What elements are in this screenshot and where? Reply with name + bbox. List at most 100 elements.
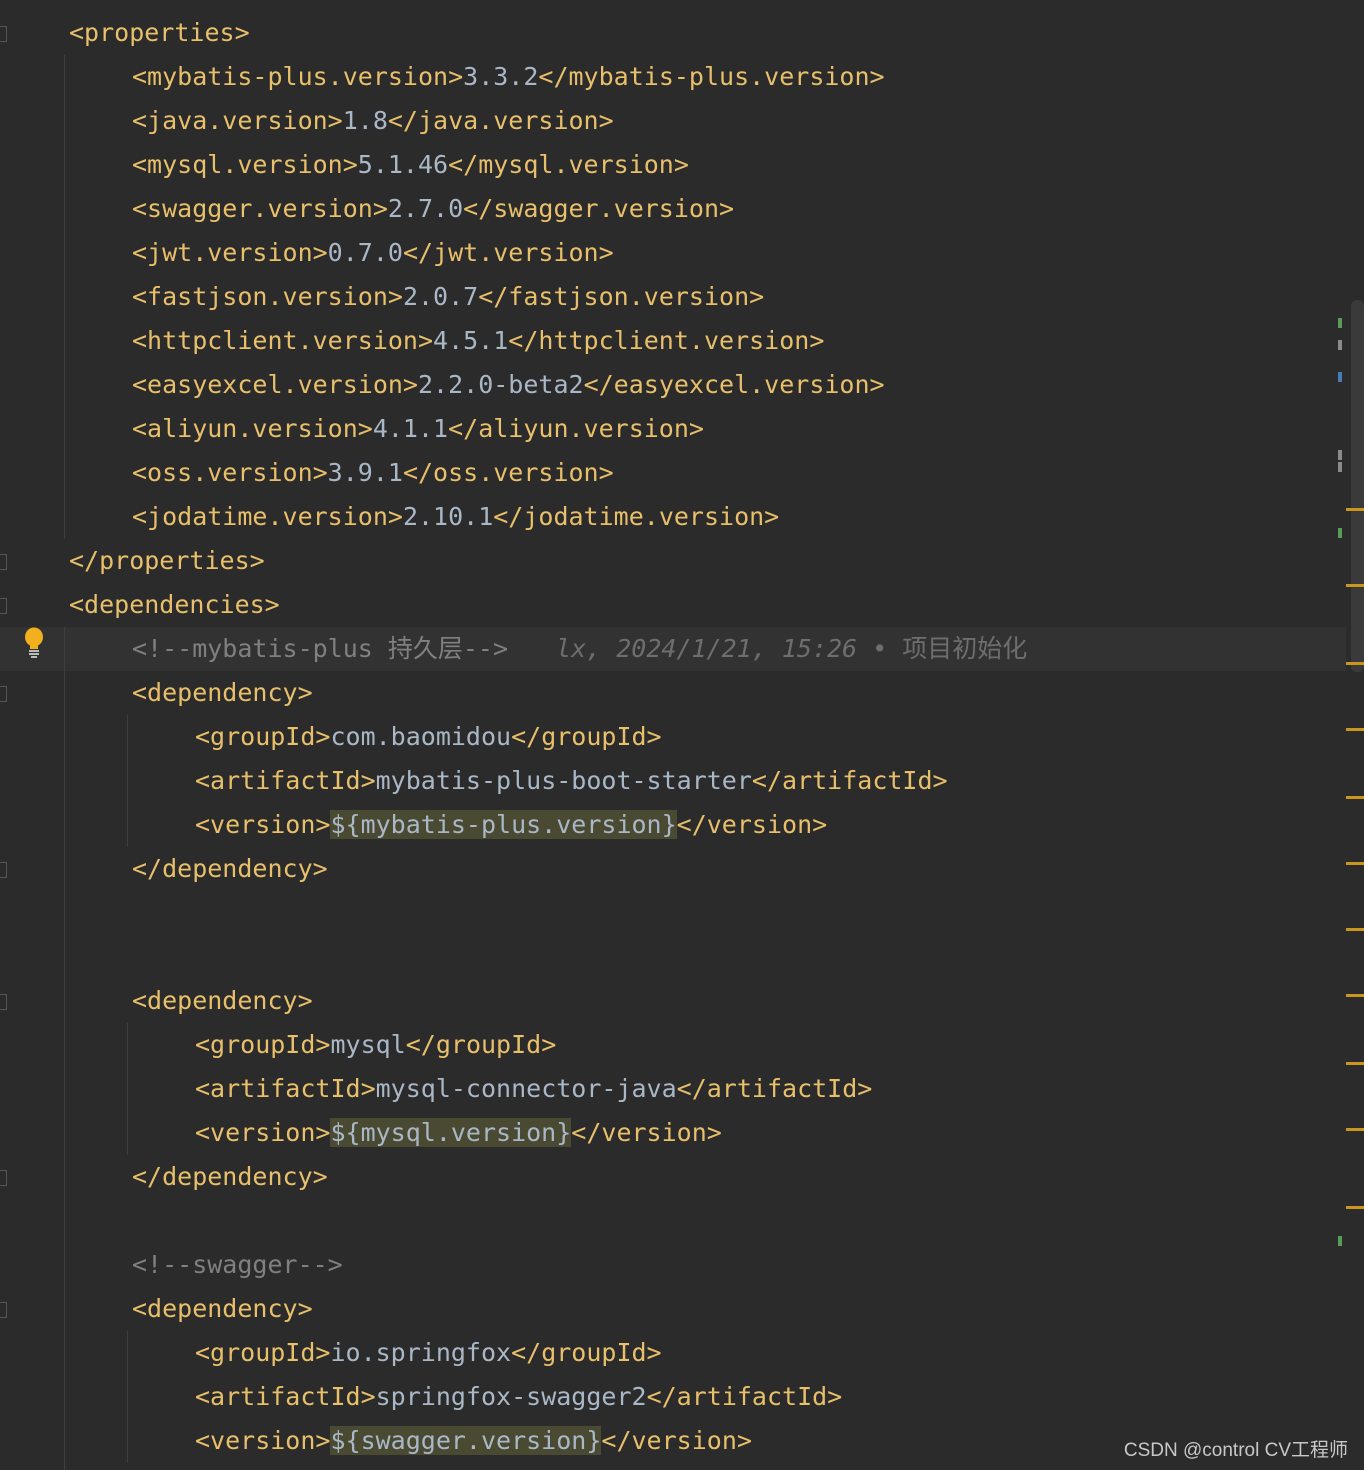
warning-marker[interactable] — [1346, 994, 1364, 997]
code-line[interactable]: <groupId>io.springfox</groupId> — [0, 1331, 1346, 1375]
code-line[interactable]: <java.version>1.8</java.version> — [0, 99, 1346, 143]
code-text: <jodatime.version>2.10.1</jodatime.versi… — [132, 495, 779, 539]
xml-value: com.baomidou — [330, 722, 512, 751]
warning-marker[interactable] — [1346, 584, 1364, 587]
code-line[interactable]: <dependency> — [0, 671, 1346, 715]
code-line[interactable]: <jodatime.version>2.10.1</jodatime.versi… — [0, 495, 1346, 539]
code-text: <dependencies> — [69, 583, 280, 627]
code-line[interactable]: <aliyun.version>4.1.1</aliyun.version> — [0, 407, 1346, 451]
code-line[interactable]: <artifactId>mybatis-plus-boot-starter</a… — [0, 759, 1346, 803]
lightbulb-icon[interactable] — [22, 627, 46, 659]
xml-tag: </java.version> — [387, 106, 614, 135]
change-marker[interactable] — [1338, 462, 1342, 472]
code-line[interactable]: <dependency> — [0, 1287, 1346, 1331]
warning-marker[interactable] — [1346, 1128, 1364, 1131]
code-line[interactable]: </dependency> — [0, 847, 1346, 891]
xml-tag: </jodatime.version> — [493, 502, 780, 531]
warning-marker[interactable] — [1346, 662, 1364, 665]
xml-comment: <!--swagger--> — [132, 1250, 343, 1279]
xml-value: 3.3.2 — [463, 62, 539, 91]
code-text: <swagger.version>2.7.0</swagger.version> — [132, 187, 734, 231]
fold-marker[interactable] — [0, 686, 7, 702]
change-marker[interactable] — [1338, 372, 1342, 382]
xml-tag: </artifactId> — [751, 766, 948, 795]
code-line[interactable]: </properties> — [0, 539, 1346, 583]
warning-marker[interactable] — [1346, 928, 1364, 931]
change-marker[interactable] — [1338, 450, 1342, 460]
code-line[interactable]: <mysql.version>5.1.46</mysql.version> — [0, 143, 1346, 187]
warning-marker[interactable] — [1346, 1206, 1364, 1209]
code-line[interactable]: <dependency> — [0, 979, 1346, 1023]
xml-tag: </dependency> — [132, 854, 328, 883]
code-line[interactable]: <fastjson.version>2.0.7</fastjson.versio… — [0, 275, 1346, 319]
code-line[interactable] — [0, 891, 1346, 935]
code-text: <fastjson.version>2.0.7</fastjson.versio… — [132, 275, 764, 319]
indent-guide — [127, 1331, 128, 1463]
xml-value: 1.8 — [342, 106, 388, 135]
xml-tag: <version> — [195, 1426, 331, 1455]
code-line[interactable]: <httpclient.version>4.5.1</httpclient.ve… — [0, 319, 1346, 363]
xml-tag: <artifactId> — [195, 1382, 376, 1411]
fold-marker[interactable] — [0, 994, 7, 1010]
warning-marker[interactable] — [1346, 508, 1364, 511]
code-line[interactable]: <groupId>com.baomidou</groupId> — [0, 715, 1346, 759]
git-blame-annotation[interactable]: lx, 2024/1/21, 15:26 • 项目初始化 — [556, 634, 1027, 663]
code-line[interactable]: <groupId>mysql</groupId> — [0, 1023, 1346, 1067]
xml-tag: <dependency> — [132, 986, 313, 1015]
xml-value: 4.1.1 — [372, 414, 449, 443]
warning-marker[interactable] — [1346, 862, 1364, 865]
code-text: <version>${mybatis-plus.version}</versio… — [195, 803, 827, 847]
fold-marker[interactable] — [0, 554, 7, 570]
warning-marker[interactable] — [1346, 796, 1364, 799]
code-line[interactable]: <version>${mysql.version}</version> — [0, 1111, 1346, 1155]
xml-value: io.springfox — [330, 1338, 512, 1367]
code-line[interactable]: <easyexcel.version>2.2.0-beta2</easyexce… — [0, 363, 1346, 407]
code-line[interactable]: <properties> — [0, 11, 1346, 55]
xml-value: 2.0.7 — [402, 282, 479, 311]
blame-separator: • — [872, 634, 888, 663]
code-text: <groupId>com.baomidou</groupId> — [195, 715, 662, 759]
xml-tag: </groupId> — [511, 1338, 662, 1367]
code-line[interactable]: <swagger.version>2.7.0</swagger.version> — [0, 187, 1346, 231]
code-editor[interactable]: <properties> <mybatis-plus.version>3.3.2<… — [0, 0, 1364, 1470]
code-text: <properties> — [69, 11, 250, 55]
code-text: <artifactId>mysql-connector-java</artifa… — [195, 1067, 872, 1111]
code-line[interactable]: <dependencies> — [0, 583, 1346, 627]
warning-marker[interactable] — [1346, 1062, 1364, 1065]
fold-marker[interactable] — [0, 1170, 7, 1186]
xml-tag: </easyexcel.version> — [583, 370, 885, 399]
xml-tag: <version> — [195, 1118, 331, 1147]
xml-tag: <dependency> — [132, 678, 313, 707]
indent-guide — [64, 55, 65, 539]
xml-tag: <swagger.version> — [132, 194, 388, 223]
code-line[interactable]: </dependency> — [0, 1155, 1346, 1199]
code-line[interactable]: <jwt.version>0.7.0</jwt.version> — [0, 231, 1346, 275]
property-reference: ${mysql.version} — [330, 1118, 572, 1147]
vertical-scrollbar[interactable] — [1351, 300, 1364, 672]
code-line[interactable]: <mybatis-plus.version>3.3.2</mybatis-plu… — [0, 55, 1346, 99]
xml-tag: </httpclient.version> — [508, 326, 825, 355]
fold-marker[interactable] — [0, 598, 7, 614]
warning-marker[interactable] — [1346, 728, 1364, 731]
code-line[interactable]: <oss.version>3.9.1</oss.version> — [0, 451, 1346, 495]
fold-marker[interactable] — [0, 26, 7, 42]
indent-guide — [127, 1023, 128, 1155]
change-marker[interactable] — [1338, 1236, 1342, 1246]
code-line[interactable]: <version>${mybatis-plus.version}</versio… — [0, 803, 1346, 847]
code-line[interactable]: <!--swagger--> — [0, 1243, 1346, 1287]
xml-value: 4.5.1 — [433, 326, 509, 355]
blame-message: 项目初始化 — [902, 634, 1028, 663]
code-line[interactable] — [0, 935, 1346, 979]
code-line[interactable]: <artifactId>springfox-swagger2</artifact… — [0, 1375, 1346, 1419]
change-marker[interactable] — [1338, 318, 1342, 328]
fold-marker[interactable] — [0, 1302, 7, 1318]
change-marker[interactable] — [1338, 340, 1342, 350]
code-line[interactable]: <artifactId>mysql-connector-java</artifa… — [0, 1067, 1346, 1111]
xml-tag: </artifactId> — [676, 1074, 873, 1103]
code-line[interactable] — [0, 1199, 1346, 1243]
change-marker[interactable] — [1338, 528, 1342, 538]
xml-tag: <aliyun.version> — [132, 414, 373, 443]
fold-marker[interactable] — [0, 862, 7, 878]
xml-tag: <properties> — [69, 18, 250, 47]
code-line[interactable]: <!--mybatis-plus 持久层--> lx, 2024/1/21, 15… — [0, 627, 1346, 671]
